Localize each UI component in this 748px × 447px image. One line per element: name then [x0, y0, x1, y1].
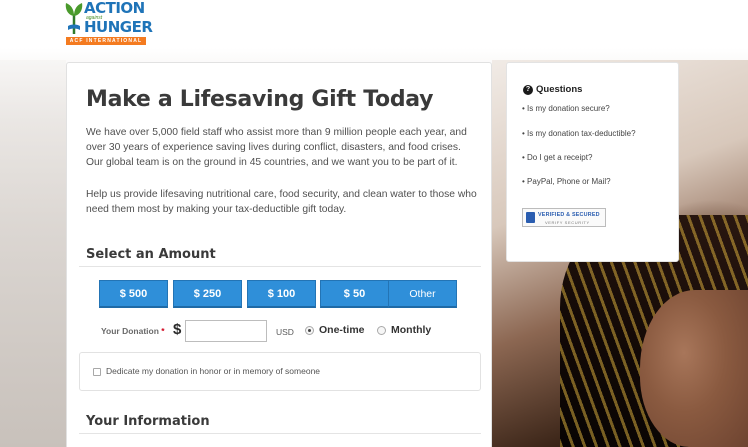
amount-button-50[interactable]: $ 50 — [320, 280, 389, 308]
logo-text-hunger: HUNGER — [84, 18, 153, 36]
required-mark: * — [161, 326, 165, 336]
questions-panel: ? Questions • Is my donation secure? • I… — [506, 62, 679, 262]
faq-link[interactable]: • Is my donation tax-deductible? — [522, 129, 636, 138]
monthly-label[interactable]: Monthly — [391, 324, 431, 336]
select-amount-heading: Select an Amount — [86, 247, 216, 262]
page-title: Make a Lifesaving Gift Today — [86, 87, 434, 112]
one-time-label[interactable]: One-time — [319, 324, 365, 336]
currency-symbol: $ — [173, 321, 182, 338]
faq-link[interactable]: • Do I get a receipt? — [522, 153, 592, 162]
lock-icon — [526, 212, 535, 223]
questions-title: Questions — [536, 84, 583, 95]
security-badge[interactable]: VERIFIED & SECURED VERIFY SECURITY — [522, 208, 606, 227]
help-paragraph: Help us provide lifesaving nutritional c… — [86, 189, 477, 215]
amount-button-500[interactable]: $ 500 — [99, 280, 168, 308]
badge-text: VERIFIED & SECURED — [538, 212, 600, 218]
dedicate-checkbox[interactable] — [93, 368, 101, 376]
logo-text-acf: ACF INTERNATIONAL — [66, 37, 146, 45]
question-circle-icon: ? — [523, 85, 533, 95]
donation-amount-input[interactable] — [185, 320, 267, 342]
faq-link-text: PayPal, Phone or Mail? — [527, 177, 611, 186]
photo-face — [640, 290, 748, 447]
faq-link-text: Is my donation tax-deductible? — [527, 129, 636, 138]
dedicate-box: Dedicate my donation in honor or in memo… — [79, 352, 481, 391]
dedicate-label[interactable]: Dedicate my donation in honor or in memo… — [106, 366, 320, 376]
intro-paragraph: We have over 5,000 field staff who assis… — [86, 127, 467, 168]
faq-link-text: Do I get a receipt? — [527, 153, 593, 162]
donation-row: Your Donation * $ USD One-time Monthly — [67, 320, 493, 342]
background-photo-left — [0, 60, 66, 447]
donation-card: Make a Lifesaving Gift Today We have ove… — [66, 62, 492, 447]
divider — [79, 433, 481, 434]
plant-icon — [65, 3, 83, 34]
one-time-radio[interactable] — [305, 326, 314, 335]
faq-link[interactable]: • Is my donation secure? — [522, 104, 610, 113]
faq-link-text: Is my donation secure? — [527, 104, 610, 113]
faq-link[interactable]: • PayPal, Phone or Mail? — [522, 177, 611, 186]
logo-text-action: ACTION — [84, 0, 145, 17]
action-against-hunger-logo[interactable]: ACTION against HUNGER ACF INTERNATIONAL — [64, 0, 153, 46]
monthly-radio[interactable] — [377, 326, 386, 335]
divider — [79, 266, 481, 267]
currency-code: USD — [276, 327, 294, 337]
badge-subtext: VERIFY SECURITY — [545, 220, 590, 225]
donation-label-text: Your Donation — [101, 326, 159, 336]
amount-button-100[interactable]: $ 100 — [247, 280, 316, 308]
amount-button-other[interactable]: Other — [388, 280, 457, 308]
donation-label: Your Donation * — [101, 326, 165, 336]
amount-button-250[interactable]: $ 250 — [173, 280, 242, 308]
your-information-heading: Your Information — [86, 414, 210, 429]
